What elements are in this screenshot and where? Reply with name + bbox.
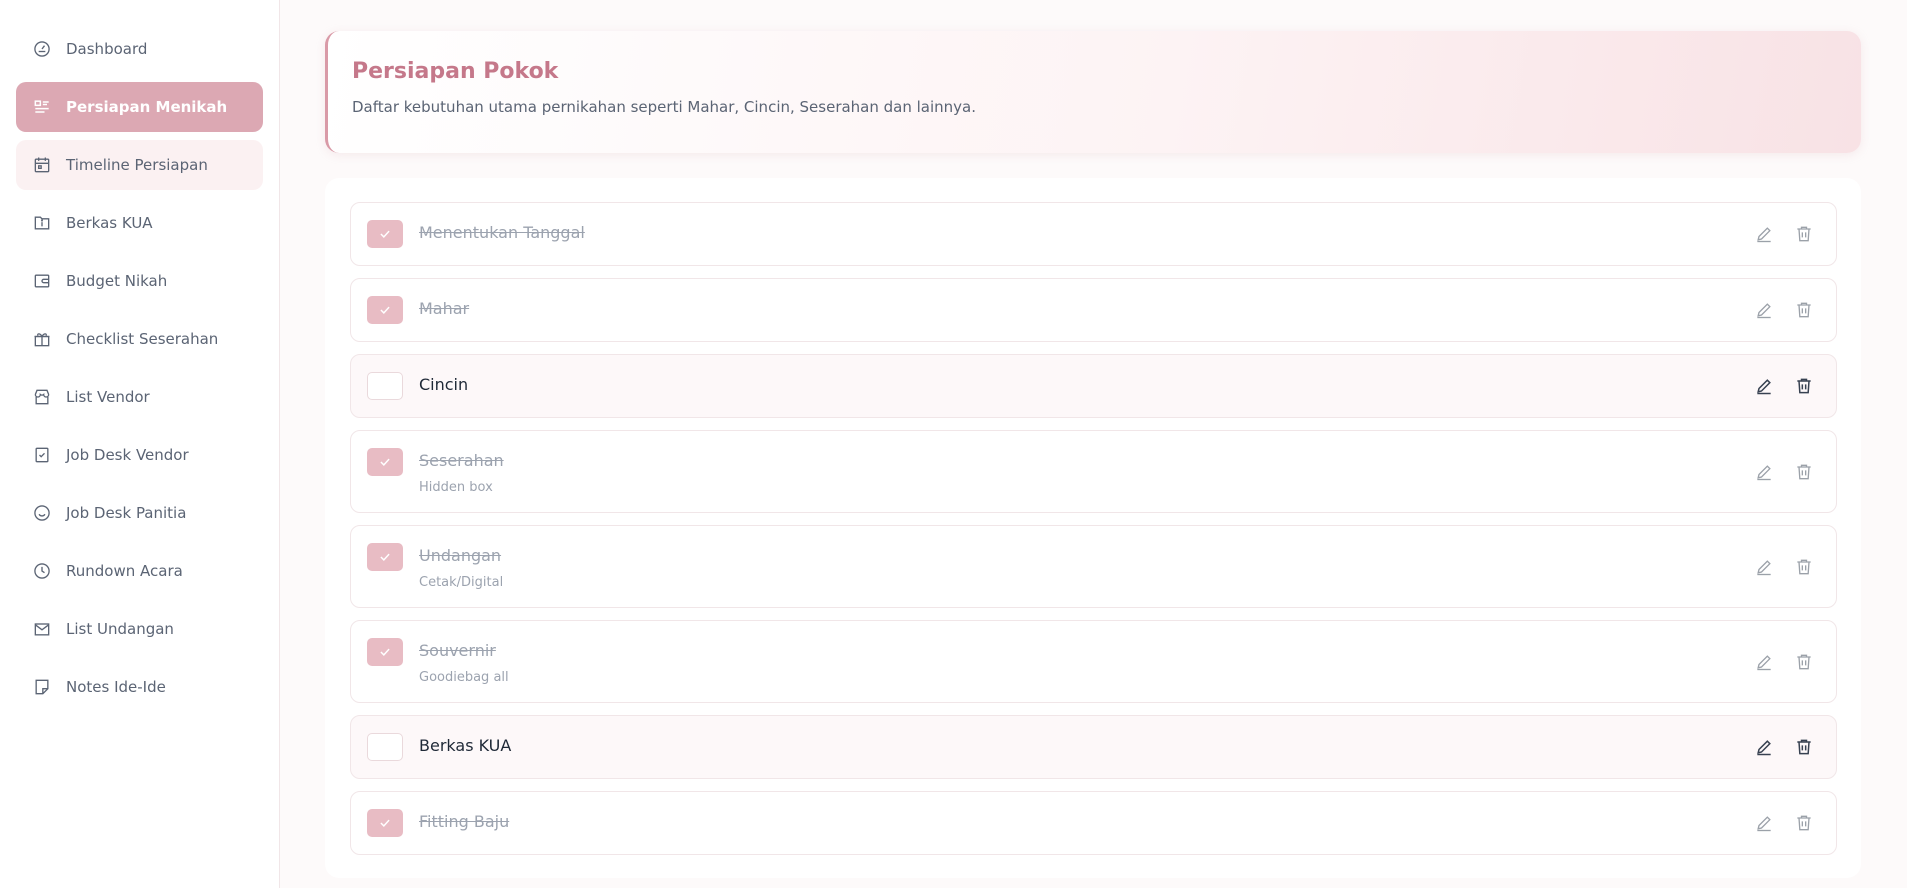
- task-list: Menentukan Tanggal Mahar Cincin Seseraha…: [325, 178, 1861, 878]
- task-item: Berkas KUA: [350, 715, 1837, 779]
- trash-icon[interactable]: [1794, 300, 1814, 320]
- checkbox-icon: [35, 447, 49, 463]
- check-icon: [380, 819, 390, 827]
- sidebar-item-label: Persiapan Menikah: [66, 98, 228, 116]
- edit-icon[interactable]: [1754, 557, 1774, 577]
- sidebar-item-persiapan-menikah[interactable]: Persiapan Menikah: [16, 82, 263, 132]
- task-checkbox[interactable]: [367, 448, 403, 476]
- check-icon: [380, 648, 390, 656]
- envelope-icon: [34, 623, 50, 636]
- check-icon: [380, 458, 390, 466]
- sidebar-item-dashboard[interactable]: Dashboard: [16, 24, 263, 74]
- speedometer-icon: [34, 41, 50, 57]
- trash-icon[interactable]: [1794, 557, 1814, 577]
- task-title: Cincin: [419, 375, 469, 394]
- sidebar-item-label: Rundown Acara: [66, 562, 183, 580]
- sidebar: Dashboard Persiapan Menikah Timeline Per…: [0, 0, 280, 888]
- task-checkbox[interactable]: [367, 638, 403, 666]
- note-icon: [35, 679, 49, 695]
- sidebar-item-job-desk-panitia[interactable]: Job Desk Panitia: [16, 488, 263, 538]
- sidebar-item-budget-nikah[interactable]: Budget Nikah: [16, 256, 263, 306]
- edit-icon[interactable]: [1754, 737, 1774, 757]
- gift-icon: [34, 333, 50, 347]
- task-item: Menentukan Tanggal: [350, 202, 1837, 266]
- clock-icon: [34, 563, 50, 579]
- sidebar-item-label: List Undangan: [66, 620, 174, 638]
- store-icon: [34, 389, 50, 405]
- page-title: Persiapan Pokok: [352, 59, 559, 84]
- task-item: Mahar: [350, 278, 1837, 342]
- sidebar-item-checklist-seserahan[interactable]: Checklist Seserahan: [16, 314, 263, 364]
- task-checkbox[interactable]: [367, 372, 403, 400]
- main-content: Persiapan Pokok Daftar kebutuhan utama p…: [280, 0, 1907, 888]
- task-checkbox[interactable]: [367, 809, 403, 837]
- sidebar-item-notes-ide-ide[interactable]: Notes Ide-Ide: [16, 662, 263, 712]
- task-title: Souvernir: [419, 641, 496, 660]
- sidebar-item-label: Job Desk Vendor: [66, 446, 189, 464]
- sidebar-item-label: Berkas KUA: [66, 214, 153, 232]
- trash-icon[interactable]: [1794, 224, 1814, 244]
- task-note: Cetak/Digital: [419, 575, 504, 590]
- sidebar-item-label: Dashboard: [66, 40, 148, 58]
- task-title: Berkas KUA: [419, 736, 512, 755]
- task-checkbox[interactable]: [367, 220, 403, 248]
- task-checkbox[interactable]: [367, 733, 403, 761]
- trash-icon[interactable]: [1794, 652, 1814, 672]
- sidebar-item-label: Timeline Persiapan: [66, 156, 208, 174]
- task-checkbox[interactable]: [367, 543, 403, 571]
- sidebar-item-rundown-acara[interactable]: Rundown Acara: [16, 546, 263, 596]
- calendar-icon: [34, 157, 50, 173]
- task-title: Seserahan: [419, 451, 504, 470]
- task-note: Goodiebag all: [419, 670, 509, 685]
- sidebar-item-berkas-kua[interactable]: Berkas KUA: [16, 198, 263, 248]
- check-icon: [380, 230, 390, 238]
- edit-icon[interactable]: [1754, 652, 1774, 672]
- task-title: Mahar: [419, 299, 470, 318]
- task-checkbox[interactable]: [367, 296, 403, 324]
- sidebar-item-label: Checklist Seserahan: [66, 330, 219, 348]
- check-icon: [380, 306, 390, 314]
- trash-icon[interactable]: [1794, 462, 1814, 482]
- sidebar-item-list-undangan[interactable]: List Undangan: [16, 604, 263, 654]
- sidebar-item-job-desk-vendor[interactable]: Job Desk Vendor: [16, 430, 263, 480]
- trash-icon[interactable]: [1794, 813, 1814, 833]
- task-title: Fitting Baju: [419, 812, 510, 831]
- edit-icon[interactable]: [1754, 462, 1774, 482]
- trash-icon[interactable]: [1794, 737, 1814, 757]
- sidebar-item-timeline-persiapan[interactable]: Timeline Persiapan: [16, 140, 263, 190]
- task-item: Seserahan Hidden box: [350, 430, 1837, 513]
- edit-icon[interactable]: [1754, 300, 1774, 320]
- sidebar-item-label: Budget Nikah: [66, 272, 168, 290]
- sidebar-item-list-vendor[interactable]: List Vendor: [16, 372, 263, 422]
- task-note: Hidden box: [419, 480, 493, 495]
- task-item: Fitting Baju: [350, 791, 1837, 855]
- task-title: Undangan: [419, 546, 502, 565]
- edit-icon[interactable]: [1754, 224, 1774, 244]
- sidebar-item-label: Notes Ide-Ide: [66, 678, 166, 696]
- page-description: Daftar kebutuhan utama pernikahan sepert…: [352, 98, 977, 116]
- wallet-icon: [34, 274, 50, 288]
- sidebar-item-label: Job Desk Panitia: [66, 504, 187, 522]
- edit-icon[interactable]: [1754, 813, 1774, 833]
- task-title: Menentukan Tanggal: [419, 223, 585, 242]
- list-icon: [34, 100, 49, 113]
- trash-icon[interactable]: [1794, 376, 1814, 396]
- edit-icon[interactable]: [1754, 376, 1774, 396]
- sidebar-item-label: List Vendor: [66, 388, 150, 406]
- smile-icon: [34, 505, 50, 521]
- check-icon: [380, 553, 390, 561]
- section-header: Persiapan Pokok Daftar kebutuhan utama p…: [325, 31, 1861, 153]
- task-item: Souvernir Goodiebag all: [350, 620, 1837, 703]
- folder-icon: [34, 216, 50, 230]
- task-item: Cincin: [350, 354, 1837, 418]
- app: Dashboard Persiapan Menikah Timeline Per…: [0, 0, 1907, 888]
- task-item: Undangan Cetak/Digital: [350, 525, 1837, 608]
